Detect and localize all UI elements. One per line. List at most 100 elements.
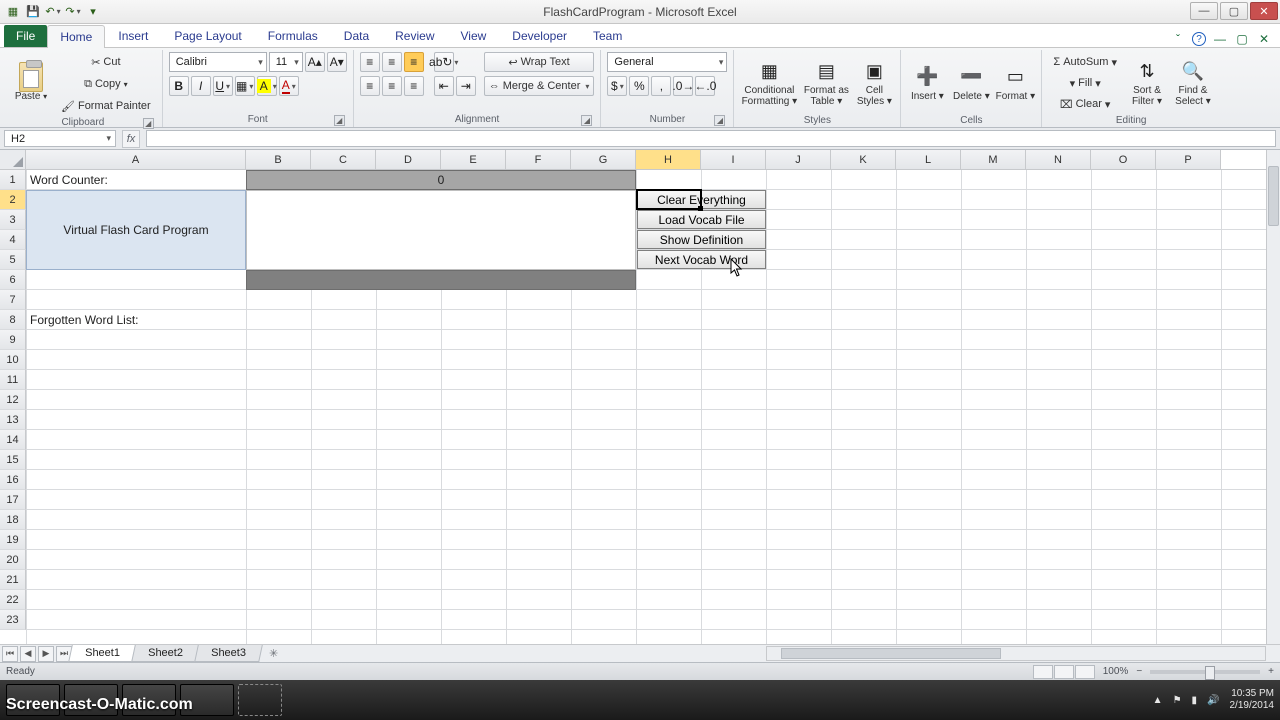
col-header-p[interactable]: P [1156, 150, 1221, 169]
taskbar-app-4[interactable] [180, 684, 234, 716]
paste-button[interactable]: Paste ▾ [10, 52, 52, 114]
col-header-c[interactable]: C [311, 150, 376, 169]
col-header-l[interactable]: L [896, 150, 961, 169]
name-box[interactable]: H2 [4, 130, 116, 147]
font-dialog-launcher[interactable]: ◢ [334, 115, 345, 126]
zoom-slider[interactable] [1150, 670, 1260, 674]
tab-formulas[interactable]: Formulas [255, 24, 331, 47]
workbook-restore-icon[interactable]: ▢ [1234, 31, 1250, 47]
col-header-o[interactable]: O [1091, 150, 1156, 169]
show-definition-button[interactable]: Show Definition [637, 230, 766, 249]
cell-a1[interactable]: Word Counter: [26, 170, 246, 190]
vertical-scrollbar[interactable] [1266, 150, 1280, 644]
row-header-1[interactable]: 1 [0, 170, 26, 190]
align-right-button[interactable]: ≡ [404, 76, 424, 96]
font-size-combo[interactable]: 11 [269, 52, 303, 72]
clipboard-dialog-launcher[interactable]: ◢ [143, 118, 154, 129]
system-tray[interactable]: ▲ ⚑ ▮ 🔊 10:35 PM2/19/2014 [1153, 688, 1274, 712]
page-layout-view-button[interactable] [1054, 665, 1074, 679]
tray-volume-icon[interactable]: 🔊 [1207, 695, 1219, 706]
percent-format-button[interactable]: % [629, 76, 649, 96]
orientation-button[interactable]: ab↻ [434, 52, 454, 72]
tab-review[interactable]: Review [382, 24, 447, 47]
undo-button[interactable]: ↶ [44, 3, 62, 21]
cut-button[interactable]: ✂Cut [56, 52, 156, 72]
insert-cells-button[interactable]: ➕ Insert ▾ [907, 52, 947, 114]
alignment-dialog-launcher[interactable]: ◢ [581, 115, 592, 126]
autosum-button[interactable]: ΣAutoSum ▾ [1048, 52, 1122, 72]
tab-home[interactable]: Home [47, 25, 105, 48]
format-as-table-button[interactable]: ▤ Format as Table ▾ [802, 52, 850, 114]
row-header-5[interactable]: 5 [0, 250, 26, 270]
redo-button[interactable]: ↷ [64, 3, 82, 21]
col-header-m[interactable]: M [961, 150, 1026, 169]
col-header-d[interactable]: D [376, 150, 441, 169]
row-header-8[interactable]: 8 [0, 310, 26, 330]
load-vocab-file-button[interactable]: Load Vocab File [637, 210, 766, 229]
col-header-h[interactable]: H [636, 150, 701, 169]
zoom-out-button[interactable]: − [1136, 666, 1142, 677]
row-header-18[interactable]: 18 [0, 510, 26, 530]
font-name-combo[interactable]: Calibri [169, 52, 267, 72]
row-header-22[interactable]: 22 [0, 590, 26, 610]
col-header-b[interactable]: B [246, 150, 311, 169]
delete-cells-button[interactable]: ➖ Delete ▾ [951, 52, 991, 114]
tray-action-center-icon[interactable]: ⚑ [1173, 695, 1182, 706]
taskbar-app-3[interactable] [122, 684, 176, 716]
accounting-format-button[interactable]: $ [607, 76, 627, 96]
tab-page-layout[interactable]: Page Layout [161, 24, 254, 47]
sheet-nav-next[interactable]: ▶ [38, 646, 54, 662]
increase-decimal-button[interactable]: .0→ [673, 76, 693, 96]
view-buttons[interactable] [1033, 665, 1095, 679]
workbook-minimize-icon[interactable]: — [1212, 31, 1228, 47]
wrap-text-button[interactable]: ↩Wrap Text [484, 52, 595, 72]
fx-button[interactable]: fx [122, 130, 140, 148]
select-all-button[interactable] [0, 150, 26, 169]
row-header-16[interactable]: 16 [0, 470, 26, 490]
clear-everything-button[interactable]: Clear Everything [637, 190, 766, 209]
row-header-11[interactable]: 11 [0, 370, 26, 390]
row-header-13[interactable]: 13 [0, 410, 26, 430]
merged-a2-a5[interactable]: Virtual Flash Card Program [26, 190, 246, 270]
comma-format-button[interactable]: , [651, 76, 671, 96]
fill-color-button[interactable]: A [257, 76, 277, 96]
align-center-button[interactable]: ≡ [382, 76, 402, 96]
row-header-15[interactable]: 15 [0, 450, 26, 470]
tray-clock[interactable]: 10:35 PM2/19/2014 [1230, 688, 1275, 712]
sheet-tab-2[interactable]: Sheet2 [131, 645, 199, 662]
row-header-2[interactable]: 2 [0, 190, 26, 210]
insert-sheet-button[interactable]: ✳ [265, 646, 283, 662]
zoom-in-button[interactable]: + [1268, 666, 1274, 677]
sheet-nav-first[interactable]: ⏮ [2, 646, 18, 662]
row-header-10[interactable]: 10 [0, 350, 26, 370]
maximize-button[interactable]: ▢ [1220, 2, 1248, 20]
find-select-button[interactable]: 🔍 Find & Select ▾ [1172, 52, 1214, 114]
row-header-9[interactable]: 9 [0, 330, 26, 350]
copy-button[interactable]: ⧉Copy ▾ [56, 74, 156, 94]
sheet-nav-buttons[interactable]: ⏮ ◀ ▶ ⏭ [0, 646, 72, 662]
ribbon-minimize-icon[interactable]: ˇ [1170, 31, 1186, 47]
conditional-formatting-button[interactable]: ▦ Conditional Formatting ▾ [740, 52, 798, 114]
horizontal-scrollbar[interactable] [766, 646, 1266, 661]
row-header-21[interactable]: 21 [0, 570, 26, 590]
merge-center-button[interactable]: ⇔Merge & Center [484, 76, 595, 96]
workbook-close-icon[interactable]: ✕ [1256, 31, 1272, 47]
col-header-k[interactable]: K [831, 150, 896, 169]
row-header-14[interactable]: 14 [0, 430, 26, 450]
tray-caret-icon[interactable]: ▲ [1153, 695, 1163, 706]
borders-button[interactable]: ▦ [235, 76, 255, 96]
col-header-i[interactable]: I [701, 150, 766, 169]
qat-customize-icon[interactable]: ▾ [84, 3, 102, 21]
save-icon[interactable]: 💾 [24, 3, 42, 21]
col-header-a[interactable]: A [26, 150, 246, 169]
align-bottom-button[interactable]: ≡ [404, 52, 424, 72]
underline-button[interactable]: U [213, 76, 233, 96]
col-header-g[interactable]: G [571, 150, 636, 169]
merged-b6-g6[interactable] [246, 270, 636, 290]
sheet-nav-prev[interactable]: ◀ [20, 646, 36, 662]
decrease-indent-button[interactable]: ⇤ [434, 76, 454, 96]
fill-button[interactable]: ▾Fill ▾ [1048, 73, 1122, 93]
decrease-font-button[interactable]: A▾ [327, 52, 347, 72]
worksheet-grid[interactable]: A B C D E F G H I J K L M N O P // inlin… [0, 150, 1280, 644]
italic-button[interactable]: I [191, 76, 211, 96]
